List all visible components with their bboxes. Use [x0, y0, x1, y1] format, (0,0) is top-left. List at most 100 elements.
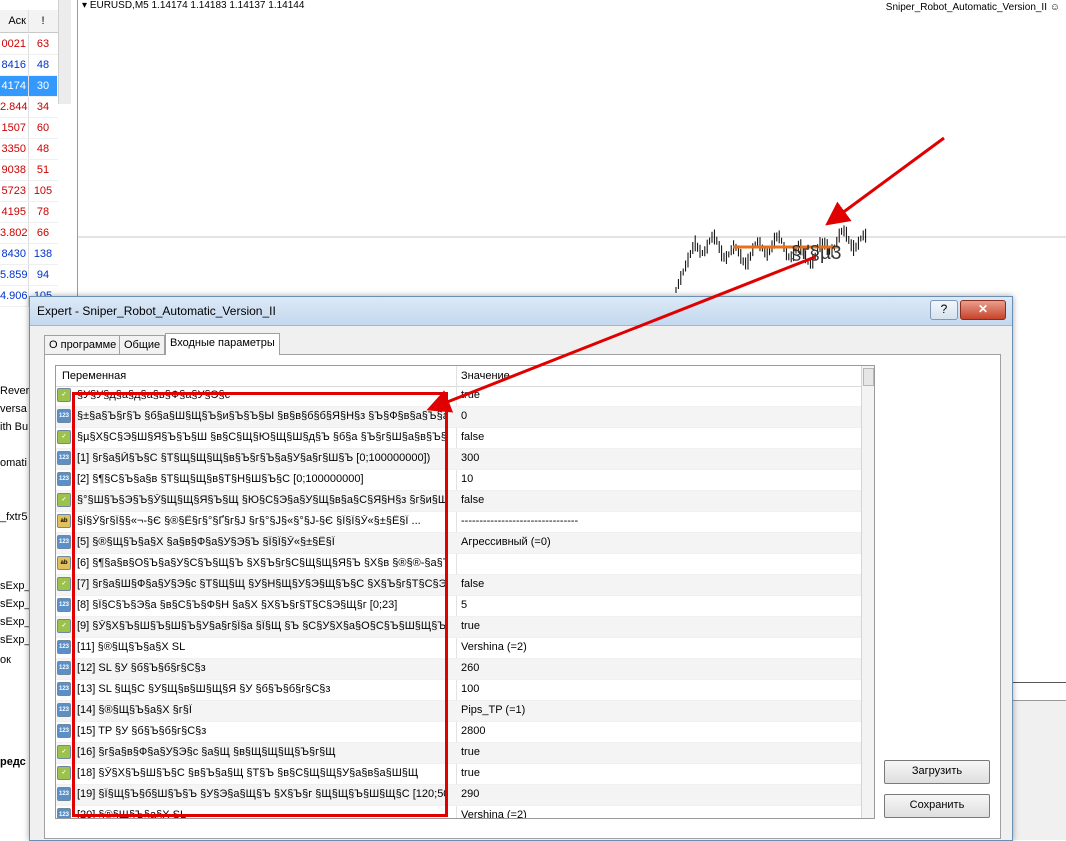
ask-cell: 4195 — [0, 202, 29, 222]
parameter-value[interactable]: false — [461, 494, 856, 506]
parameter-row[interactable]: 123 [8] §Ї§С§Ъ§Э§а §в§С§Ъ§Ф§Н §а§Х §Х§Ъ§г… — [56, 596, 861, 617]
parameter-value[interactable]: 10 — [461, 473, 856, 485]
number-type-icon: 123 — [57, 451, 71, 465]
market-watch-row[interactable]: 1507 60 — [0, 118, 58, 139]
parameter-value[interactable]: Pips_TP (=1) — [461, 704, 856, 716]
number-type-icon: 123 — [57, 535, 71, 549]
toolbox-tab[interactable]: редс — [0, 756, 26, 768]
parameter-row[interactable]: ✓ [7] §г§а§Ш§Ф§а§У§Э§с §Т§Щ§Щ §У§Н§Щ§У§Э§… — [56, 575, 861, 596]
market-watch-row[interactable]: 5723 105 — [0, 181, 58, 202]
column-spread[interactable]: ! — [29, 10, 57, 32]
parameter-row[interactable]: ✓ §У§У§д§а§д§а§в§Ф§а§У§Э§с true — [56, 386, 861, 407]
parameter-row[interactable]: 123 [14] §®§Щ§Ъ§а§Х §г§Ї Pips_TP (=1) — [56, 701, 861, 722]
parameter-row[interactable]: 123 [20] §®§Щ§Ъ§а§Х SL Vershina (=2) — [56, 806, 861, 819]
dialog-title: Expert - Sniper_Robot_Automatic_Version_… — [37, 304, 276, 318]
parameter-row[interactable]: ✓ [18] §Ў§Х§Ъ§Ш§Ъ§С §в§Ъ§а§Щ §Т§Ъ §в§С§Щ§… — [56, 764, 861, 785]
parameter-value[interactable]: -------------------------------- — [461, 515, 856, 527]
parameter-name: [15] TP §У §б§Ъ§б§г§С§з — [77, 725, 207, 737]
parameter-row[interactable]: ✓ [9] §Ў§Х§Ъ§Ш§Ъ§Ш§Ъ§У§а§г§Ї§а §Ї§Щ §Ъ §С… — [56, 617, 861, 638]
boolean-type-icon: ✓ — [57, 619, 71, 633]
close-button[interactable]: ✕ — [960, 300, 1006, 320]
load-button[interactable]: Загрузить — [884, 760, 990, 784]
market-watch-row[interactable]: 8416 48 — [0, 55, 58, 76]
navigator-item[interactable]: sExp_ — [0, 634, 31, 646]
parameter-row[interactable]: 123 §±§а§Ъ§г§Ъ §б§а§Ш§Щ§Ъ§и§Ъ§Ъ§Ы §в§в§б§… — [56, 407, 861, 428]
navigator-item[interactable]: _fxtr5 — [0, 511, 28, 523]
market-watch-row[interactable]: 2.844 34 — [0, 97, 58, 118]
parameter-name: [12] SL §У §б§Ъ§б§г§С§з — [77, 662, 206, 674]
column-variable[interactable]: Переменная — [62, 370, 126, 382]
navigator-item[interactable]: ок — [0, 654, 11, 666]
parameter-row[interactable]: 123 [19] §Ї§Щ§Ъ§б§Ш§Ъ§Ъ §У§Э§а§Щ§Ъ §Х§Ъ§г… — [56, 785, 861, 806]
parameter-row[interactable]: ✓ §°§Ш§Ъ§Э§Ъ§Ў§Щ§Щ§Я§Ъ§Щ §Ю§С§Э§а§У§Щ§в§а… — [56, 491, 861, 512]
market-watch-row[interactable]: 4174 30 — [0, 76, 58, 97]
dialog-titlebar[interactable]: Expert - Sniper_Robot_Automatic_Version_… — [30, 297, 1012, 326]
parameter-row[interactable]: ✓ [16] §г§а§в§Ф§а§У§Э§с §а§Щ §в§Щ§Щ§Щ§Ъ§г… — [56, 743, 861, 764]
parameter-value[interactable]: Vershina (=2) — [461, 641, 856, 653]
parameter-name: [18] §Ў§Х§Ъ§Ш§Ъ§С §в§Ъ§а§Щ §Т§Ъ §в§С§Щ§Щ… — [77, 767, 419, 779]
parameter-value[interactable]: false — [461, 431, 856, 443]
parameter-value[interactable]: 2800 — [461, 725, 856, 737]
parameter-value[interactable]: true — [461, 620, 856, 632]
parameter-name: §У§У§д§а§д§а§в§Ф§а§У§Э§с — [77, 389, 231, 401]
parameter-row[interactable]: 123 [5] §®§Щ§Ъ§а§Х §а§в§Ф§а§У§Э§Ъ §Ї§Ї§Ў«… — [56, 533, 861, 554]
parameter-value[interactable]: 5 — [461, 599, 856, 611]
market-watch-row[interactable]: 3.802 66 — [0, 223, 58, 244]
market-watch-row[interactable]: 5.859 94 — [0, 265, 58, 286]
number-type-icon: 123 — [57, 808, 71, 818]
parameter-value[interactable]: true — [461, 746, 856, 758]
parameter-value[interactable]: 300 — [461, 452, 856, 464]
parameter-row[interactable]: 123 [11] §®§Щ§Ъ§а§Х SL Vershina (=2) — [56, 638, 861, 659]
boolean-type-icon: ✓ — [57, 493, 71, 507]
parameter-row[interactable]: 123 [13] SL §Щ§С §У§Щ§в§Ш§Щ§Я §У §б§Ъ§б§г… — [56, 680, 861, 701]
market-watch-row[interactable]: 3350 48 — [0, 139, 58, 160]
parameter-row[interactable]: 123 [1] §г§а§Й§Ъ§С §Т§Щ§Щ§Щ§в§Ъ§г§Ъ§а§У§а… — [56, 449, 861, 470]
parameter-value[interactable]: 290 — [461, 788, 856, 800]
navigator-item[interactable]: ith Bu — [0, 421, 28, 433]
navigator-item[interactable]: Rever — [0, 385, 29, 397]
parameter-row[interactable]: 123 [2] §¶§С§Ъ§а§в §Т§Щ§Щ§в§Т§Н§Ш§Ъ§С [0;… — [56, 470, 861, 491]
market-watch-scrollbar[interactable] — [58, 0, 71, 104]
parameter-row[interactable]: ✓ §µ§Х§С§Э§Ш§Я§Ъ§Ъ§Ш §в§С§Щ§Ю§Щ§Ш§д§Ъ §б§… — [56, 428, 861, 449]
parameter-row[interactable]: 123 [15] TP §У §б§Ъ§б§г§С§з 2800 — [56, 722, 861, 743]
tab-inputs[interactable]: Входные параметры — [165, 333, 280, 355]
parameter-value[interactable]: Vershina (=2) — [461, 809, 856, 818]
parameter-name: [20] §®§Щ§Ъ§а§Х SL — [77, 809, 187, 819]
navigator-item[interactable]: sExp_ — [0, 580, 31, 592]
navigator-item[interactable]: versa — [0, 403, 27, 415]
ask-cell: 1507 — [0, 118, 29, 138]
parameter-value[interactable]: false — [461, 578, 856, 590]
save-button[interactable]: Сохранить — [884, 794, 990, 818]
parameter-value[interactable]: 260 — [461, 662, 856, 674]
parameter-value[interactable]: true — [461, 389, 856, 401]
parameter-value[interactable]: true — [461, 767, 856, 779]
boolean-type-icon: ✓ — [57, 430, 71, 444]
terminal-panel — [1012, 700, 1066, 840]
market-watch-rows: 0021 63 8416 48 4174 30 2.844 34 1507 60 3350 48 903… — [0, 34, 58, 307]
market-watch-row[interactable]: 0021 63 — [0, 34, 58, 55]
navigator-item[interactable]: sExp_ — [0, 616, 31, 628]
inputs-panel: Переменная Значение ✓ §У§У§д§а§д§а§в§Ф§а§… — [44, 354, 1001, 839]
column-value[interactable]: Значение — [461, 370, 510, 382]
column-ask[interactable]: Аск — [0, 10, 29, 32]
tab-about[interactable]: О программе — [44, 335, 122, 354]
navigator-item[interactable]: sExp_ — [0, 598, 31, 610]
parameter-row[interactable]: ab §Ї§Ў§г§Ї§§«¬-§Є §®§Ё§г§°§Ґ§г§Ј §г§°§Ј§… — [56, 512, 861, 533]
parameter-value[interactable]: Агрессивный (=0) — [461, 536, 856, 548]
parameter-row[interactable]: ab [6] §¶§а§в§О§Ъ§а§У§С§Ъ§Щ§Ъ §Х§Ъ§г§С§Щ§… — [56, 554, 861, 575]
market-watch-row[interactable]: 9038 51 — [0, 160, 58, 181]
parameter-name: [5] §®§Щ§Ъ§а§Х §а§в§Ф§а§У§Э§Ъ §Ї§Ї§Ў«§±§… — [77, 536, 335, 548]
grid-scrollbar[interactable] — [861, 366, 874, 818]
market-watch-row[interactable]: 8430 138 — [0, 244, 58, 265]
parameter-row[interactable]: 123 [12] SL §У §б§Ъ§б§г§С§з 260 — [56, 659, 861, 680]
spread-cell: 48 — [36, 59, 50, 71]
tab-common[interactable]: Общие — [119, 335, 166, 354]
parameter-value[interactable]: 0 — [461, 410, 856, 422]
help-button[interactable]: ? — [930, 300, 958, 320]
scrollbar-thumb[interactable] — [863, 368, 874, 386]
parameter-value[interactable]: 100 — [461, 683, 856, 695]
market-watch-row[interactable]: 4195 78 — [0, 202, 58, 223]
inputs-grid[interactable]: Переменная Значение ✓ §У§У§д§а§д§а§в§Ф§а§… — [55, 365, 875, 819]
expert-properties-dialog: Expert - Sniper_Robot_Automatic_Version_… — [29, 296, 1013, 841]
navigator-item[interactable]: omati — [0, 457, 27, 469]
